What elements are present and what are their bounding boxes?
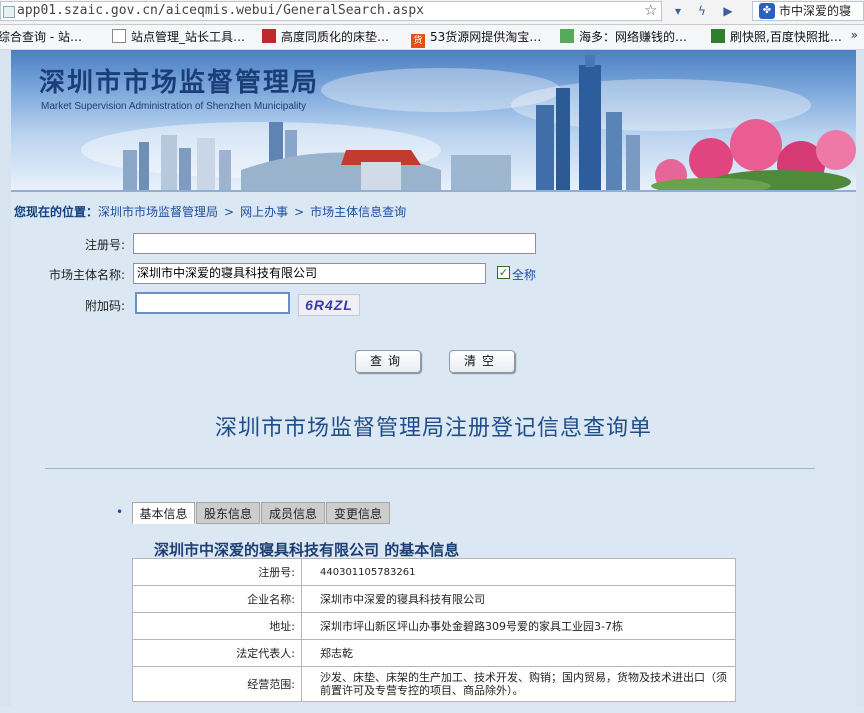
bookmark-item[interactable]: 货 53货源网提供淘宝… (411, 28, 541, 48)
table-title: 深圳市中深爱的寝具科技有限公司 的基本信息 (154, 541, 460, 559)
fullname-label: 全称 (512, 268, 537, 282)
bookmark-label: 综合查询 - 站… (0, 30, 82, 44)
bookmark-label: 53货源网提供淘宝… (430, 30, 542, 44)
search-box[interactable]: ✤ 市中深爱的寝 (752, 1, 864, 21)
url-text: app01.szaic.gov.cn/aiceqmis.webui/Genera… (17, 3, 424, 18)
baidu-paw-icon: ✤ (759, 3, 775, 19)
table-row: 注册号: 440301105783261 (132, 558, 736, 586)
bookmark-item[interactable]: 海多：网络赚钱的… (560, 28, 687, 46)
breadcrumb-item[interactable]: 市场主体信息查询 (310, 205, 406, 219)
go-arrow-icon[interactable]: ▶ (718, 2, 738, 21)
field-key: 注册号: (132, 558, 302, 586)
bookmarks-bar: 综合查询 - 站… 站点管理_站长工具… 高度同质化的床垫… 货 53货源网提供淘… (0, 25, 864, 50)
bookmark-label: 站点管理_站长工具… (131, 30, 246, 44)
table-row: 地址: 深圳市坪山新区坪山办事处金碧路309号爱的家具工业园3-7栋 (132, 612, 736, 640)
fullname-checkbox[interactable]: ✓ (497, 266, 510, 279)
entity-name-input[interactable]: 深圳市中深爱的寝具科技有限公司 (133, 263, 486, 284)
table-row: 法定代表人: 郑志乾 (132, 639, 736, 667)
field-key: 法定代表人: (132, 639, 302, 667)
bookmark-item[interactable]: 刷快照,百度快照批… (711, 28, 842, 46)
breadcrumb-separator: > (224, 205, 235, 219)
search-text: 市中深爱的寝 (779, 4, 852, 18)
bookmark-label: 海多：网络赚钱的… (579, 30, 688, 44)
divider (45, 468, 815, 469)
field-value: 沙发、床垫、床架的生产加工、技术开发、购销；国内贸易，货物及技术进出口（须前置许… (301, 666, 736, 702)
page-icon (3, 6, 15, 18)
verify-code-input[interactable] (135, 292, 290, 314)
field-value: 深圳市坪山新区坪山办事处金碧路309号爱的家具工业园3-7栋 (301, 612, 736, 640)
site-favicon-icon (711, 29, 725, 43)
query-button[interactable]: 查询 (355, 350, 421, 373)
bookmark-item[interactable]: 高度同质化的床垫… (262, 28, 389, 46)
bookmark-item[interactable]: 综合查询 - 站… (0, 28, 82, 46)
dropdown-icon[interactable]: ▾ (668, 2, 688, 21)
bullet-icon: • (116, 505, 124, 519)
tab-member-info[interactable]: 成员信息 (261, 502, 325, 524)
breadcrumb-item[interactable]: 深圳市市场监督管理局 (98, 205, 218, 219)
table-row: 企业名称: 深圳市中深爱的寝具科技有限公司 (132, 585, 736, 613)
breadcrumb: 您现在的位置：深圳市市场监督管理局 > 网上办事 > 市场主体信息查询 (14, 203, 406, 220)
huo-favicon-icon: 货 (411, 34, 425, 48)
entity-name-label: 市场主体名称: (48, 268, 125, 282)
tab-change-info[interactable]: 变更信息 (326, 502, 390, 524)
page-right-border (856, 50, 864, 713)
field-key: 企业名称: (132, 585, 302, 613)
report-title: 深圳市市场监督管理局注册登记信息查询单 (214, 416, 652, 441)
tab-shareholder-info[interactable]: 股东信息 (196, 502, 260, 524)
breadcrumb-item[interactable]: 网上办事 (240, 205, 288, 219)
site-banner: 深圳市市场监督管理局 Market Supervision Administra… (11, 50, 856, 190)
breadcrumb-separator: > (294, 205, 305, 219)
browser-address-bar: app01.szaic.gov.cn/aiceqmis.webui/Genera… (0, 0, 864, 25)
field-value: 郑志乾 (301, 639, 736, 667)
breadcrumb-bar: 您现在的位置：深圳市市场监督管理局 > 网上办事 > 市场主体信息查询 (11, 190, 856, 228)
bookmark-item[interactable]: 站点管理_站长工具… (112, 28, 245, 46)
field-value: 440301105783261 (301, 558, 736, 586)
reg-no-input[interactable] (133, 233, 536, 254)
field-key: 经营范围: (132, 666, 302, 702)
site-subtitle: Market Supervision Administration of She… (41, 101, 307, 112)
site-title: 深圳市市场监督管理局 (39, 68, 320, 98)
lightning-icon[interactable]: ϟ (692, 2, 712, 21)
bottom-strip (0, 706, 864, 713)
more-bookmarks-icon[interactable]: » (851, 28, 858, 42)
reg-no-label: 注册号: (84, 238, 125, 252)
clear-button[interactable]: 清空 (449, 350, 515, 373)
bookmark-label: 高度同质化的床垫… (281, 30, 390, 44)
tab-basic-info[interactable]: 基本信息 (132, 502, 195, 524)
breadcrumb-prefix: 您现在的位置： (14, 205, 99, 219)
basic-info-table: 注册号: 440301105783261 企业名称: 深圳市中深爱的寝具科技有限… (132, 558, 736, 702)
page-icon (112, 29, 126, 43)
star-icon[interactable]: ☆ (644, 1, 657, 19)
field-value: 深圳市中深爱的寝具科技有限公司 (301, 585, 736, 613)
verify-code-label: 附加码: (84, 299, 125, 313)
site-favicon-icon (262, 29, 276, 43)
page-left-border (0, 50, 11, 713)
envelope-favicon-icon (560, 29, 574, 43)
table-row: 经营范围: 沙发、床垫、床架的生产加工、技术开发、购销；国内贸易，货物及技术进出… (132, 666, 736, 702)
bookmark-label: 刷快照,百度快照批… (730, 30, 842, 44)
field-key: 地址: (132, 612, 302, 640)
captcha-image[interactable]: 6R4ZL (298, 294, 360, 316)
url-input[interactable]: app01.szaic.gov.cn/aiceqmis.webui/Genera… (0, 1, 662, 21)
